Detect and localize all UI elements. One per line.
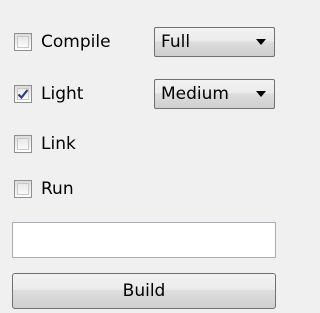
run-option[interactable]: Run (14, 176, 74, 202)
link-checkbox[interactable] (14, 135, 32, 153)
chevron-down-icon (256, 39, 266, 45)
light-level-select[interactable]: Medium (154, 79, 275, 109)
run-checkbox[interactable] (14, 180, 32, 198)
compile-checkbox[interactable] (14, 33, 32, 51)
link-label: Link (41, 134, 76, 154)
run-label: Run (41, 179, 74, 199)
light-option[interactable]: Light (14, 81, 83, 107)
light-checkbox[interactable] (14, 85, 32, 103)
checkmark-icon (17, 89, 29, 100)
light-label: Light (41, 84, 84, 104)
build-button[interactable]: Build (12, 273, 276, 309)
light-level-value: Medium (161, 84, 229, 104)
text-input[interactable] (12, 222, 276, 258)
compile-label: Compile (41, 32, 111, 52)
build-button-label: Build (122, 281, 166, 301)
compile-mode-value: Full (161, 32, 191, 52)
chevron-down-icon (256, 91, 266, 97)
link-option[interactable]: Link (14, 131, 76, 157)
compile-option[interactable]: Compile (14, 29, 111, 55)
compile-mode-select[interactable]: Full (154, 27, 275, 57)
